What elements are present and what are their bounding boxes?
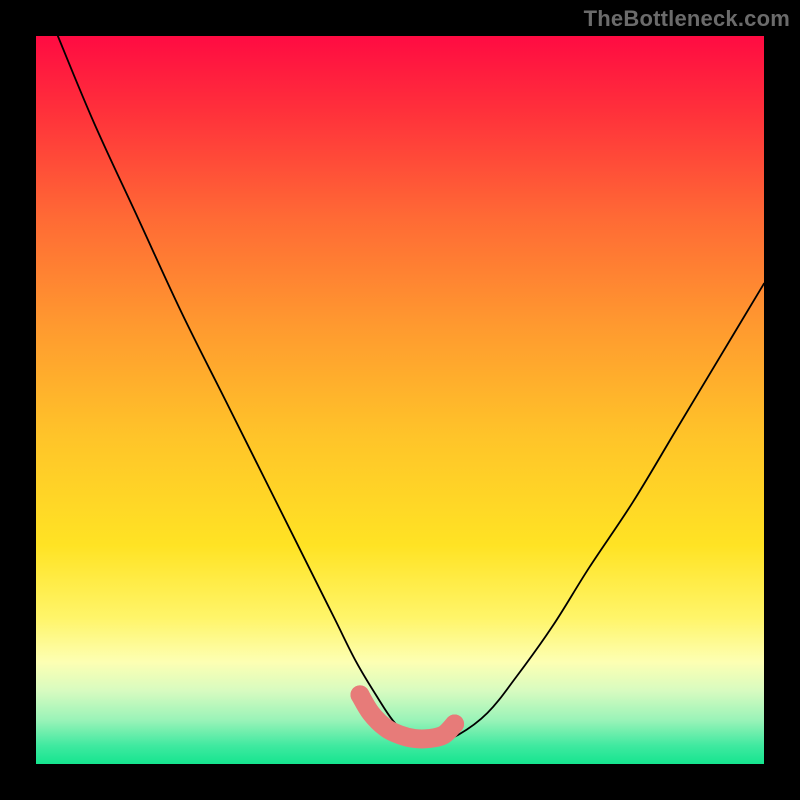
gradient-background [36, 36, 764, 764]
watermark-text: TheBottleneck.com [584, 6, 790, 32]
sweet-spot-dot-end [445, 714, 464, 733]
chart-frame: TheBottleneck.com [0, 0, 800, 800]
sweet-spot-dot-start [350, 685, 369, 704]
plot-area [36, 36, 764, 764]
chart-svg [36, 36, 764, 764]
